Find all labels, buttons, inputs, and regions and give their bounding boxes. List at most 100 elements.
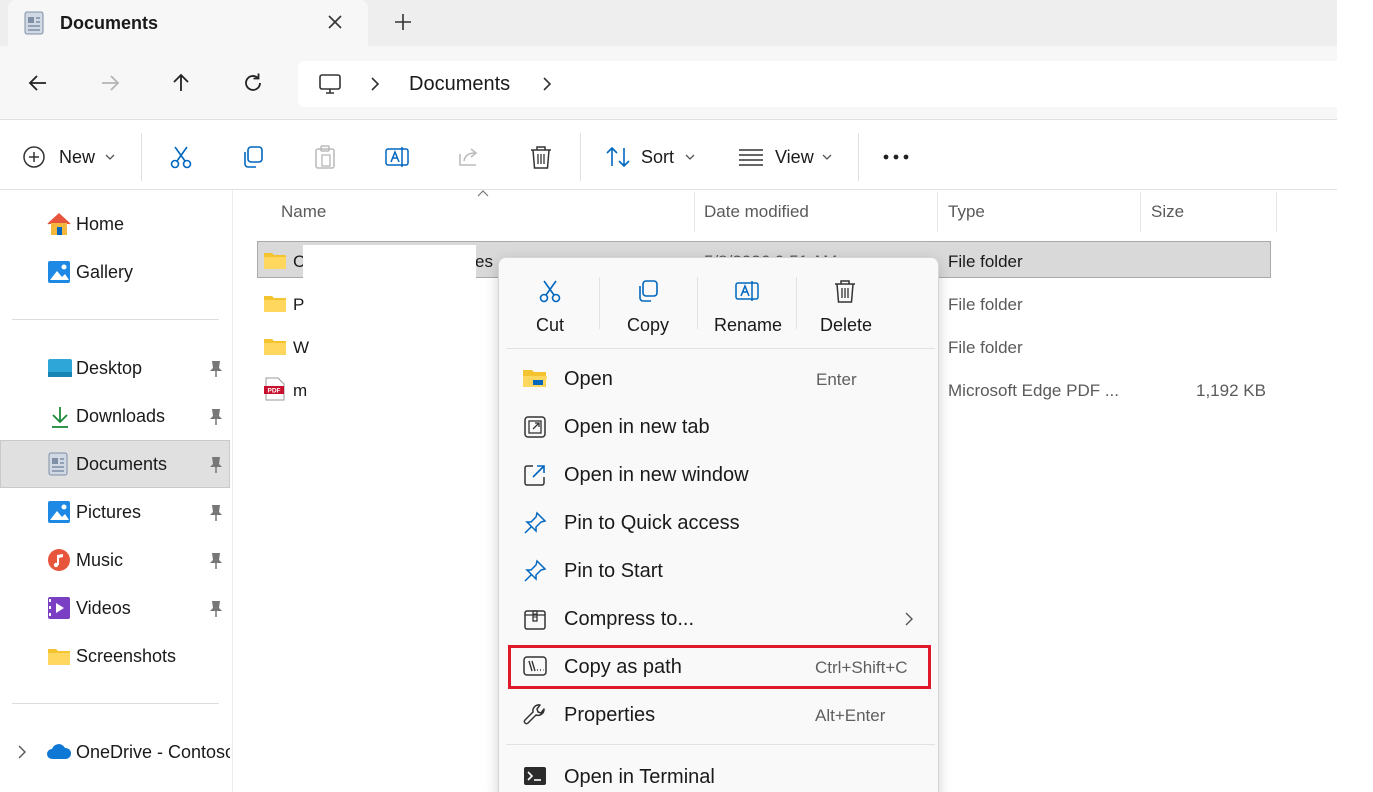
nav-item-onedrive[interactable]: OneDrive - Contoso xyxy=(76,742,230,763)
menu-divider xyxy=(599,277,600,329)
context-rename-label[interactable]: Rename xyxy=(714,315,782,336)
delete-icon[interactable] xyxy=(528,144,554,170)
nav-item-pictures[interactable]: Pictures xyxy=(76,502,141,523)
context-cut-label[interactable]: Cut xyxy=(536,315,564,336)
column-header-name[interactable]: Name xyxy=(281,202,326,222)
cut-icon[interactable] xyxy=(537,278,563,304)
folder-icon xyxy=(263,336,287,356)
column-divider[interactable] xyxy=(694,192,695,232)
folder-icon xyxy=(263,293,287,313)
view-label[interactable]: View xyxy=(775,147,814,168)
menu-divider xyxy=(506,744,935,745)
column-header-type[interactable]: Type xyxy=(948,202,985,222)
breadcrumb-chevron-icon[interactable] xyxy=(540,76,554,92)
menu-divider xyxy=(796,277,797,329)
shortcut-open: Enter xyxy=(816,370,857,389)
file-name[interactable]: W xyxy=(293,338,309,358)
onedrive-icon xyxy=(46,743,72,761)
menu-divider xyxy=(506,348,935,349)
file-name[interactable]: P xyxy=(293,295,304,315)
nav-divider xyxy=(12,319,219,320)
chevron-down-icon[interactable] xyxy=(104,153,116,161)
pin-icon[interactable] xyxy=(208,408,224,426)
back-arrow-icon[interactable] xyxy=(26,71,50,95)
copy-path-icon xyxy=(523,655,547,677)
new-label[interactable]: New xyxy=(59,147,95,168)
nav-pane-divider xyxy=(232,190,233,792)
chevron-down-icon[interactable] xyxy=(684,153,696,161)
rename-icon[interactable] xyxy=(384,144,410,170)
rename-icon[interactable] xyxy=(734,278,760,304)
folder-icon xyxy=(263,250,287,270)
menu-item-open-terminal[interactable]: Open in Terminal xyxy=(564,766,715,789)
plus-icon[interactable] xyxy=(392,11,414,33)
copy-icon[interactable] xyxy=(240,144,266,170)
nav-item-gallery[interactable]: Gallery xyxy=(76,262,133,283)
file-size: 1,192 KB xyxy=(1196,381,1266,400)
sort-icon[interactable] xyxy=(605,145,631,169)
column-divider[interactable] xyxy=(1276,192,1277,232)
pin-icon[interactable] xyxy=(208,456,224,474)
pin-icon[interactable] xyxy=(208,600,224,618)
cut-icon[interactable] xyxy=(168,144,194,170)
refresh-icon[interactable] xyxy=(241,71,265,95)
new-item-button[interactable] xyxy=(22,145,46,169)
paste-icon[interactable] xyxy=(312,144,338,170)
pin-icon[interactable] xyxy=(208,504,224,522)
menu-item-open-new-window[interactable]: Open in new window xyxy=(564,464,749,487)
gallery-icon xyxy=(47,260,71,284)
breadcrumb-documents[interactable]: Documents xyxy=(409,73,510,96)
sort-label[interactable]: Sort xyxy=(641,147,674,168)
breadcrumb-chevron-icon[interactable] xyxy=(368,76,382,92)
videos-icon xyxy=(47,596,71,620)
menu-item-pin-quick-access[interactable]: Pin to Quick access xyxy=(564,512,740,535)
new-tab-icon xyxy=(523,415,547,439)
pictures-icon xyxy=(47,500,71,524)
menu-item-open[interactable]: Open xyxy=(564,368,613,391)
menu-item-copy-as-path[interactable]: Copy as path xyxy=(564,656,682,679)
home-icon xyxy=(46,212,72,236)
view-icon[interactable] xyxy=(738,146,764,168)
menu-item-compress[interactable]: Compress to... xyxy=(564,608,694,631)
nav-item-downloads[interactable]: Downloads xyxy=(76,406,165,427)
menu-item-properties[interactable]: Properties xyxy=(564,704,655,727)
documents-icon xyxy=(24,11,44,35)
chevron-right-icon xyxy=(903,611,915,627)
close-icon[interactable] xyxy=(324,11,346,33)
up-arrow-icon[interactable] xyxy=(169,71,193,95)
shortcut-properties: Alt+Enter xyxy=(815,706,886,725)
context-copy-label[interactable]: Copy xyxy=(627,315,669,336)
toolbar-divider xyxy=(141,133,142,181)
copy-icon[interactable] xyxy=(635,278,661,304)
column-divider[interactable] xyxy=(1140,192,1141,232)
nav-item-screenshots[interactable]: Screenshots xyxy=(76,646,176,667)
shortcut-copy-as-path: Ctrl+Shift+C xyxy=(815,658,908,677)
column-header-date[interactable]: Date modified xyxy=(704,202,809,222)
menu-item-pin-start[interactable]: Pin to Start xyxy=(564,560,663,583)
nav-item-home[interactable]: Home xyxy=(76,214,124,235)
delete-icon[interactable] xyxy=(832,278,858,304)
pin-icon xyxy=(523,559,547,583)
file-name[interactable]: m xyxy=(293,381,307,401)
nav-item-videos[interactable]: Videos xyxy=(76,598,131,619)
more-icon[interactable] xyxy=(882,152,910,162)
tab-title: Documents xyxy=(60,13,159,33)
file-name-tail[interactable]: es xyxy=(475,252,493,272)
this-pc-icon[interactable] xyxy=(318,72,342,96)
context-delete-label[interactable]: Delete xyxy=(820,315,872,336)
chevron-down-icon[interactable] xyxy=(821,153,833,161)
share-icon[interactable] xyxy=(456,144,482,170)
nav-item-desktop[interactable]: Desktop xyxy=(76,358,142,379)
menu-item-open-new-tab[interactable]: Open in new tab xyxy=(564,416,710,439)
forward-arrow-icon[interactable] xyxy=(98,71,122,95)
documents-icon xyxy=(48,452,68,476)
nav-item-documents[interactable]: Documents xyxy=(76,454,167,475)
pin-icon[interactable] xyxy=(208,360,224,378)
chevron-right-icon[interactable] xyxy=(16,744,28,760)
nav-item-music[interactable]: Music xyxy=(76,550,123,571)
column-divider[interactable] xyxy=(937,192,938,232)
pdf-icon: PDF xyxy=(264,377,286,401)
pin-icon[interactable] xyxy=(208,552,224,570)
desktop-icon xyxy=(47,358,73,378)
column-header-size[interactable]: Size xyxy=(1151,202,1184,222)
